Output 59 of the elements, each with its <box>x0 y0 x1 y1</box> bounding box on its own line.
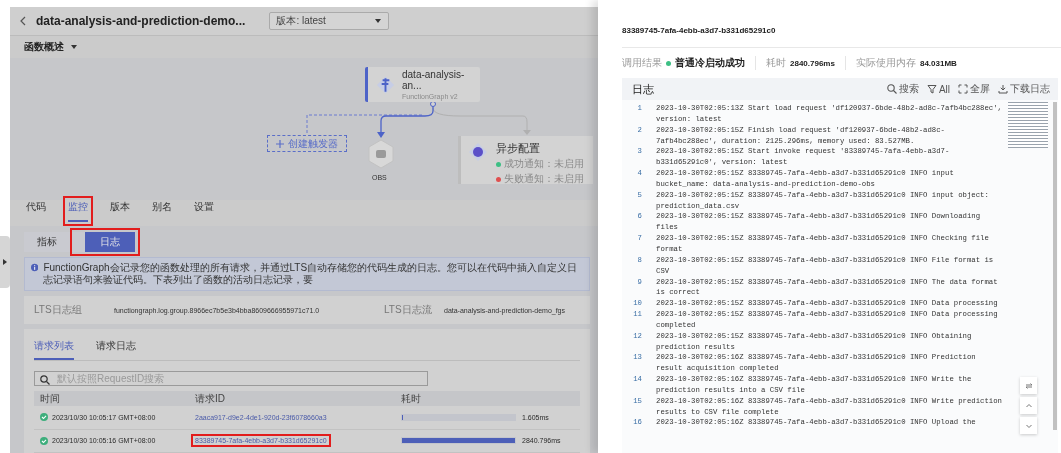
tab[interactable]: 请求日志 <box>96 339 136 360</box>
download-icon <box>998 84 1008 94</box>
function-name: data-analysis-an... <box>402 69 466 91</box>
stat-value: 84.031MB <box>919 58 957 68</box>
toolbar-button[interactable]: All <box>926 82 950 96</box>
scroll-up-button[interactable] <box>1020 397 1037 414</box>
tab[interactable]: 版本 <box>110 200 130 222</box>
obs-node-icon[interactable] <box>367 139 395 169</box>
notification-status: 失败通知：未启用 <box>504 172 584 186</box>
caret-icon <box>374 17 383 25</box>
async-icon <box>467 141 489 163</box>
field-label: LTS日志组 <box>34 303 83 317</box>
success-icon <box>40 436 48 445</box>
segment-tab[interactable]: 日志 <box>85 232 135 252</box>
tab[interactable]: 设置 <box>194 200 214 222</box>
success-icon <box>40 413 48 422</box>
function-title: data-analysis-and-prediction-demo... <box>36 14 246 28</box>
scroll-down-button[interactable] <box>1020 417 1037 434</box>
version-select[interactable]: 版本: latest <box>269 12 390 30</box>
chevron-up-icon <box>1024 401 1033 410</box>
column-header: 请求ID <box>195 392 225 404</box>
stat-value: 普通冷启动成功 <box>675 56 745 70</box>
tab[interactable]: 请求列表 <box>34 339 74 360</box>
wrap-button[interactable] <box>1020 377 1037 394</box>
stat-value: 2840.796ms <box>790 58 835 68</box>
column-header: 时间 <box>40 391 60 406</box>
log-title: 日志 <box>632 81 655 97</box>
caret-icon <box>70 43 78 51</box>
async-config-title: 异步配置 <box>496 141 541 156</box>
swap-arrows-icon <box>1024 381 1033 390</box>
expand-icon <box>3 259 7 265</box>
scrollbar[interactable] <box>1053 102 1057 430</box>
tab[interactable]: 监控 <box>68 200 88 222</box>
search-icon <box>886 84 897 94</box>
stat-label: 调用结果 <box>622 56 662 70</box>
back-icon[interactable] <box>20 16 26 26</box>
filter-icon <box>926 84 937 94</box>
toolbar-button[interactable]: 搜索 <box>886 82 919 96</box>
tab[interactable]: 代码 <box>26 200 46 222</box>
stat-label: 耗时 <box>766 56 786 70</box>
toolbar-button[interactable]: 全屏 <box>958 82 990 96</box>
column-header: 耗时 <box>401 391 421 406</box>
notification-status: 成功通知：未启用 <box>504 157 584 171</box>
trigger-connector-arrow <box>377 101 436 138</box>
stat-label: 实际使用内存 <box>855 56 916 70</box>
toolbar-button[interactable]: 下载日志 <box>998 82 1050 96</box>
tab[interactable]: 别名 <box>152 200 172 222</box>
info-icon <box>31 262 39 273</box>
sidebar-toggle[interactable] <box>0 236 10 288</box>
plus-icon <box>276 139 284 148</box>
fullscreen-icon <box>958 84 968 94</box>
search-icon <box>40 375 50 385</box>
drawer-title: 83389745-7afa-4ebb-a3d7-b331d65291c0 <box>622 26 1061 48</box>
minimap[interactable] <box>1008 102 1048 148</box>
field-label: LTS日志流 <box>384 303 433 317</box>
info-text: FunctionGraph会记录您的函数处理的所有请求，并通过LTS自动存储您的代码生成的日志。您可以在代码中插入自定义日志记录语句来验证代码。下表列出了函数的活动日志记录，要 <box>43 262 579 286</box>
overview-menu[interactable]: 函数概述 <box>24 40 78 54</box>
segment-tab[interactable]: 指标 <box>24 232 70 252</box>
async-config-card[interactable]: 异步配置 成功通知：未启用 失败通知：未启用 <box>458 136 593 184</box>
